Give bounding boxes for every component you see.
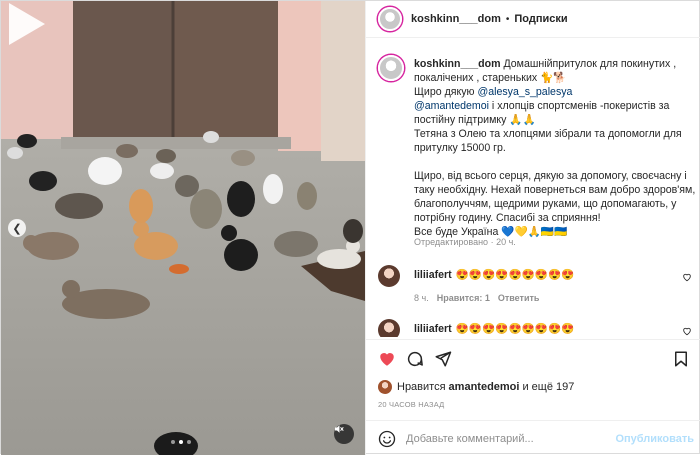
- carousel-prev-button[interactable]: ❮: [8, 219, 26, 237]
- likes-summary[interactable]: Нравится amantedemoi и ещё 197: [378, 380, 574, 394]
- carousel-dot-active: [179, 440, 183, 444]
- author-username[interactable]: koshkinn___dom: [411, 13, 501, 25]
- caption-username[interactable]: koshkinn___dom: [414, 58, 501, 70]
- post-header: koshkinn___dom • Подписки: [366, 1, 700, 38]
- comment-likes[interactable]: Нравится: 1: [437, 293, 490, 303]
- carousel-dot: [171, 440, 175, 444]
- comment-like-icon[interactable]: [682, 272, 692, 282]
- post-media[interactable]: ❮: [1, 1, 365, 455]
- comments-scroll[interactable]: koshkinn___dom Домашнійпритулок для поки…: [366, 39, 700, 337]
- comment-input[interactable]: [406, 430, 606, 448]
- liker-username[interactable]: amantedemoi: [449, 381, 520, 393]
- header-separator: •: [505, 13, 510, 25]
- like-heart-icon[interactable]: [378, 350, 396, 368]
- mute-button[interactable]: [334, 424, 354, 444]
- caption-avatar[interactable]: [378, 55, 404, 81]
- share-icon[interactable]: [434, 350, 452, 368]
- comment-avatar[interactable]: [378, 319, 400, 337]
- cats-photo: [1, 1, 365, 455]
- publish-button[interactable]: Опубликовать: [615, 433, 694, 445]
- likes-count[interactable]: и ещё 197: [522, 381, 574, 393]
- comment-avatar[interactable]: [378, 265, 400, 287]
- add-comment-bar: Опубликовать: [366, 420, 700, 456]
- comment-meta: 8 ч. Нравится: 1 Ответить: [414, 293, 539, 303]
- carousel-indicator: [171, 440, 191, 444]
- caption-line-4: Тетяна з Олею та хлопцями зібрали та доп…: [414, 128, 682, 154]
- emoji-icon[interactable]: [378, 430, 396, 448]
- author-avatar[interactable]: [378, 7, 402, 31]
- post-sidebar: koshkinn___dom • Подписки koshkinn___dom…: [365, 1, 700, 455]
- caption-line-2: Щиро дякую: [414, 86, 475, 98]
- post-dialog: ❮ koshkinn___dom • Подписки koshkinn___d…: [0, 0, 700, 455]
- speaker-muted-icon: [335, 425, 344, 433]
- play-icon[interactable]: [1, 1, 47, 47]
- comment-text: liliiafert 😍😍😍😍😍😍😍😍😍: [414, 323, 575, 335]
- comment-username[interactable]: liliiafert: [414, 323, 452, 335]
- comment-like-icon[interactable]: [682, 326, 692, 336]
- post-actions: Нравится amantedemoi и ещё 197 20 ЧАСОВ …: [366, 339, 700, 455]
- comment-username[interactable]: liliiafert: [414, 269, 452, 281]
- edited-label: Отредактировано · 20 ч.: [414, 237, 516, 247]
- caption-text: koshkinn___dom Домашнійпритулок для поки…: [414, 57, 700, 239]
- comment-icon[interactable]: [406, 350, 424, 368]
- bookmark-icon[interactable]: [672, 350, 690, 368]
- following-button[interactable]: Подписки: [514, 13, 567, 25]
- mention-link[interactable]: @amantedemoi: [414, 100, 489, 112]
- comment-time[interactable]: 8 ч.: [414, 293, 429, 303]
- post-timestamp[interactable]: 20 ЧАСОВ НАЗАД: [378, 400, 444, 409]
- comment-text: liliiafert 😍😍😍😍😍😍😍😍😍: [414, 269, 575, 281]
- mention-link[interactable]: @alesya_s_palesya: [477, 86, 572, 98]
- caption-line-5: Щиро, від всього серця, дякую за допомог…: [414, 170, 696, 224]
- liker-avatar: [378, 380, 392, 394]
- reply-button[interactable]: Ответить: [498, 293, 540, 303]
- carousel-dot: [187, 440, 191, 444]
